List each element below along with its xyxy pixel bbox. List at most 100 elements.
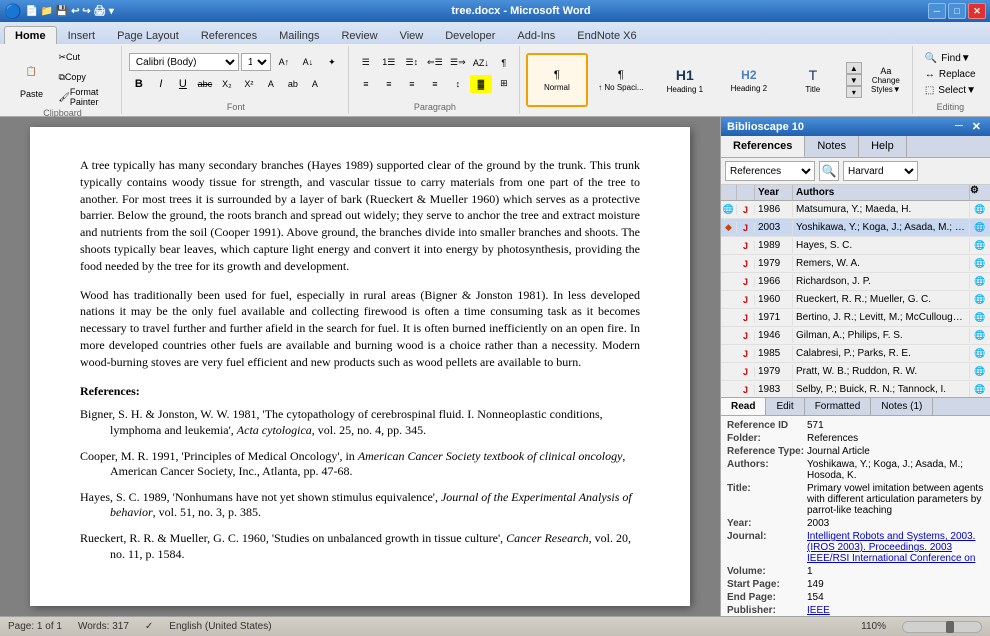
ref-row-1[interactable]: ◆ J 2003 Yoshikawa, Y.; Koga, J.; Asada,… (721, 219, 990, 237)
detail-tab-edit[interactable]: Edit (766, 398, 804, 415)
sidebar-tab-notes[interactable]: Notes (805, 136, 859, 157)
cut-button[interactable]: ✂ Cut (55, 48, 115, 66)
tab-endnote[interactable]: EndNote X6 (566, 26, 647, 44)
superscript-button[interactable]: X² (239, 75, 259, 93)
show-formatting-button[interactable]: ¶ (493, 54, 515, 72)
maximize-button[interactable]: □ (948, 3, 966, 19)
copy-button[interactable]: ⧉ Copy (55, 68, 115, 86)
align-right-button[interactable]: ≡ (401, 75, 423, 93)
find-button[interactable]: 🔍 Find▼ (919, 50, 982, 66)
font-size-select[interactable]: 10 (241, 53, 271, 71)
align-center-button[interactable]: ≡ (378, 75, 400, 93)
detail-tab-formatted[interactable]: Formatted (805, 398, 872, 415)
ref-row-9-year: 1979 (755, 364, 793, 379)
highlight-button[interactable]: ab (283, 75, 303, 93)
sidebar-tab-references[interactable]: References (721, 136, 805, 157)
subscript-button[interactable]: X₂ (217, 75, 237, 93)
clear-format-button[interactable]: ✦ (321, 53, 343, 71)
ref-row-1-action: 🌐 (970, 222, 990, 233)
styles-more[interactable]: ▾ (846, 86, 862, 98)
borders-button[interactable]: ⊞ (493, 75, 515, 93)
tab-insert[interactable]: Insert (57, 26, 107, 44)
minimize-button[interactable]: ─ (928, 3, 946, 19)
detail-tab-notes[interactable]: Notes (1) (871, 398, 933, 415)
styles-scroll-down[interactable]: ▼ (846, 74, 862, 86)
ref-row-0[interactable]: 🌐 J 1986 Matsumura, Y.; Maeda, H. 🌐 (721, 201, 990, 219)
change-styles-button[interactable]: Aa Change Styles▼ (864, 53, 908, 107)
sort-button[interactable]: AZ↓ (470, 54, 492, 72)
ref-row-10[interactable]: J 1983 Selby, P.; Buick, R. N.; Tannock,… (721, 381, 990, 397)
numbering-button[interactable]: 1☰ (378, 54, 400, 72)
font-controls: Calibri (Body) 10 A↑ A↓ ✦ B I U abc X₂ X… (129, 48, 343, 100)
text-effects-button[interactable]: A (305, 75, 325, 93)
detail-publisher-value[interactable]: IEEE (807, 605, 984, 616)
bold-button[interactable]: B (129, 75, 149, 93)
style-no-spacing[interactable]: ¶ ↑ No Spaci... (590, 53, 652, 107)
italic-button[interactable]: I (151, 75, 171, 93)
status-language[interactable]: English (United States) (169, 621, 271, 632)
ref-row-4-action: 🌐 (970, 276, 990, 287)
detail-tab-read[interactable]: Read (721, 398, 766, 415)
detail-volume-row: Volume: 1 (727, 566, 984, 577)
tab-developer[interactable]: Developer (434, 26, 506, 44)
style-heading1[interactable]: H1 Heading 1 (654, 53, 716, 107)
style-title[interactable]: T Title (782, 53, 844, 107)
bullets-button[interactable]: ☰ (355, 54, 377, 72)
clipboard-sub-buttons: ✂ Cut ⧉ Copy 🖌 Format Painter (55, 48, 115, 106)
tab-add-ins[interactable]: Add-Ins (506, 26, 566, 44)
ref-row-8[interactable]: J 1985 Calabresi, P.; Parks, R. E. 🌐 (721, 345, 990, 363)
select-button[interactable]: ⬚ Select▼ (919, 82, 982, 98)
style-heading2[interactable]: H2 Heading 2 (718, 53, 780, 107)
underline-button[interactable]: U (173, 75, 193, 93)
replace-button[interactable]: ↔ Replace (919, 66, 982, 82)
detail-journal-value[interactable]: Intelligent Robots and Systems, 2003.(IR… (807, 531, 984, 564)
sidebar-tabs: References Notes Help (721, 136, 990, 158)
tab-page-layout[interactable]: Page Layout (106, 26, 190, 44)
close-button[interactable]: ✕ (968, 3, 986, 19)
decrease-indent-button[interactable]: ⇐☰ (424, 54, 446, 72)
sidebar-minimize-btn[interactable]: ─ (952, 120, 966, 133)
ref-row-9[interactable]: J 1979 Pratt, W. B.; Ruddon, R. W. 🌐 (721, 363, 990, 381)
tab-references[interactable]: References (190, 26, 268, 44)
styles-scroll-up[interactable]: ▲ (846, 62, 862, 74)
references-filter-select[interactable]: References (725, 161, 815, 181)
title-bar-controls[interactable]: ─ □ ✕ (928, 3, 986, 19)
shading-button[interactable]: ▓ (470, 75, 492, 93)
multilevel-button[interactable]: ☰↕ (401, 54, 423, 72)
ref-row-7[interactable]: J 1946 Gilman, A.; Philips, F. S. 🌐 (721, 327, 990, 345)
font-color-button[interactable]: A (261, 75, 281, 93)
document[interactable]: A tree typically has many secondary bran… (30, 127, 690, 606)
ref-row-4[interactable]: J 1966 Richardson, J. P. 🌐 (721, 273, 990, 291)
tab-view[interactable]: View (389, 26, 435, 44)
style-normal[interactable]: ¶ Normal (526, 53, 588, 107)
find-icon: 🔍 (925, 53, 937, 64)
ref-row-7-type: J (737, 331, 755, 341)
strikethrough-button[interactable]: abc (195, 75, 215, 93)
sidebar-close-btn[interactable]: ✕ (969, 120, 984, 133)
style-select[interactable]: Harvard (843, 161, 918, 181)
shrink-font-button[interactable]: A↓ (297, 53, 319, 71)
paste-button[interactable]: 📋 Paste (9, 51, 53, 103)
tab-review[interactable]: Review (330, 26, 388, 44)
zoom-slider[interactable] (902, 621, 982, 633)
format-painter-button[interactable]: 🖌 Format Painter (55, 88, 115, 106)
align-left-button[interactable]: ≡ (355, 75, 377, 93)
ref-row-6[interactable]: J 1971 Bertino, J. R.; Levitt, M.; McCul… (721, 309, 990, 327)
ref-row-5[interactable]: J 1960 Rueckert, R. R.; Mueller, G. C. 🌐 (721, 291, 990, 309)
search-button[interactable]: 🔍 (819, 161, 839, 181)
tab-home[interactable]: Home (4, 26, 57, 44)
detail-folder-label: Folder: (727, 433, 807, 444)
ref-row-2[interactable]: J 1989 Hayes, S. C. 🌐 (721, 237, 990, 255)
ref-row-3[interactable]: J 1979 Remers, W. A. 🌐 (721, 255, 990, 273)
ref-row-6-authors: Bertino, J. R.; Levitt, M.; McCullough..… (793, 310, 970, 325)
document-area: A tree typically has many secondary bran… (0, 117, 720, 616)
increase-indent-button[interactable]: ☰⇒ (447, 54, 469, 72)
sidebar-tab-help[interactable]: Help (859, 136, 907, 157)
font-name-select[interactable]: Calibri (Body) (129, 53, 239, 71)
grow-font-button[interactable]: A↑ (273, 53, 295, 71)
sidebar-title-controls[interactable]: ─ ✕ (952, 120, 984, 133)
tab-mailings[interactable]: Mailings (268, 26, 330, 44)
line-spacing-button[interactable]: ↕ (447, 75, 469, 93)
justify-button[interactable]: ≡ (424, 75, 446, 93)
references-heading: References: (80, 383, 640, 400)
